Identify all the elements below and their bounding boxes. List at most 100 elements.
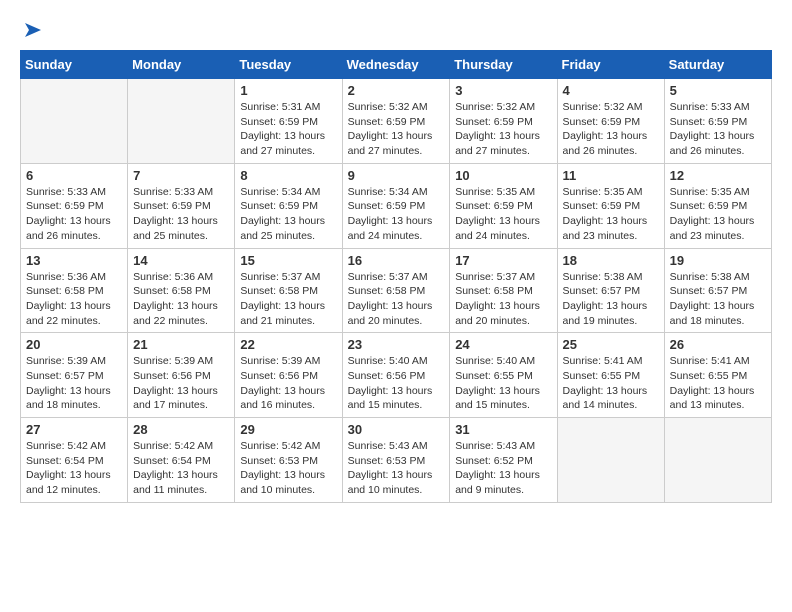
week-row-2: 6 Sunrise: 5:33 AM Sunset: 6:59 PM Daylig… <box>21 163 772 248</box>
calendar-cell: 9 Sunrise: 5:34 AM Sunset: 6:59 PM Daylig… <box>342 163 450 248</box>
day-number: 21 <box>133 337 229 352</box>
day-number: 22 <box>240 337 336 352</box>
calendar-cell: 13Sunrise: 5:36 AM Sunset: 6:58 PM Dayli… <box>21 248 128 333</box>
calendar-cell: 26 Sunrise: 5:41 AM Sunset: 6:55 PM Dayli… <box>664 333 771 418</box>
calendar-cell: 25 Sunrise: 5:41 AM Sunset: 6:55 PM Dayli… <box>557 333 664 418</box>
day-info: Sunrise: 5:33 AM Sunset: 6:59 PM Dayligh… <box>133 185 229 244</box>
day-info: Sunrise: 5:43 AM Sunset: 6:52 PM Dayligh… <box>455 439 551 498</box>
day-number: 14 <box>133 253 229 268</box>
day-number: 11 <box>563 168 659 183</box>
calendar-cell <box>557 418 664 503</box>
day-info: Sunrise: 5:42 AM Sunset: 6:54 PM Dayligh… <box>133 439 229 498</box>
calendar-cell <box>664 418 771 503</box>
day-number: 19 <box>670 253 766 268</box>
calendar-table: SundayMondayTuesdayWednesdayThursdayFrid… <box>20 50 772 503</box>
day-number: 4 <box>563 83 659 98</box>
calendar-cell: 12 Sunrise: 5:35 AM Sunset: 6:59 PM Dayli… <box>664 163 771 248</box>
day-info: Sunrise: 5:38 AM Sunset: 6:57 PM Dayligh… <box>563 270 659 329</box>
week-row-5: 27 Sunrise: 5:42 AM Sunset: 6:54 PM Dayli… <box>21 418 772 503</box>
day-info: Sunrise: 5:32 AM Sunset: 6:59 PM Dayligh… <box>455 100 551 159</box>
day-number: 2 <box>348 83 445 98</box>
day-number: 8 <box>240 168 336 183</box>
calendar-header-friday: Friday <box>557 51 664 79</box>
calendar-cell: 3 Sunrise: 5:32 AM Sunset: 6:59 PM Daylig… <box>450 79 557 164</box>
day-info: Sunrise: 5:34 AM Sunset: 6:59 PM Dayligh… <box>240 185 336 244</box>
day-number: 31 <box>455 422 551 437</box>
week-row-3: 13Sunrise: 5:36 AM Sunset: 6:58 PM Dayli… <box>21 248 772 333</box>
day-number: 27 <box>26 422 122 437</box>
calendar-cell: 7 Sunrise: 5:33 AM Sunset: 6:59 PM Daylig… <box>128 163 235 248</box>
calendar-cell: 1 Sunrise: 5:31 AM Sunset: 6:59 PM Daylig… <box>235 79 342 164</box>
day-number: 10 <box>455 168 551 183</box>
day-info: Sunrise: 5:43 AM Sunset: 6:53 PM Dayligh… <box>348 439 445 498</box>
calendar-cell: 19 Sunrise: 5:38 AM Sunset: 6:57 PM Dayli… <box>664 248 771 333</box>
calendar-cell: 27 Sunrise: 5:42 AM Sunset: 6:54 PM Dayli… <box>21 418 128 503</box>
calendar-cell: 16Sunrise: 5:37 AM Sunset: 6:58 PM Dayli… <box>342 248 450 333</box>
day-number: 26 <box>670 337 766 352</box>
day-info: Sunrise: 5:38 AM Sunset: 6:57 PM Dayligh… <box>670 270 766 329</box>
day-number: 24 <box>455 337 551 352</box>
day-info: Sunrise: 5:35 AM Sunset: 6:59 PM Dayligh… <box>563 185 659 244</box>
day-number: 25 <box>563 337 659 352</box>
calendar-header-row: SundayMondayTuesdayWednesdayThursdayFrid… <box>21 51 772 79</box>
day-number: 23 <box>348 337 445 352</box>
calendar-header-thursday: Thursday <box>450 51 557 79</box>
calendar-cell: 15 Sunrise: 5:37 AM Sunset: 6:58 PM Dayli… <box>235 248 342 333</box>
week-row-4: 20 Sunrise: 5:39 AM Sunset: 6:57 PM Dayli… <box>21 333 772 418</box>
day-info: Sunrise: 5:40 AM Sunset: 6:56 PM Dayligh… <box>348 354 445 413</box>
calendar-cell: 20 Sunrise: 5:39 AM Sunset: 6:57 PM Dayli… <box>21 333 128 418</box>
day-info: Sunrise: 5:39 AM Sunset: 6:57 PM Dayligh… <box>26 354 122 413</box>
day-info: Sunrise: 5:37 AM Sunset: 6:58 PM Dayligh… <box>240 270 336 329</box>
logo-icon <box>23 20 43 40</box>
calendar-cell: 28 Sunrise: 5:42 AM Sunset: 6:54 PM Dayli… <box>128 418 235 503</box>
calendar-cell: 11 Sunrise: 5:35 AM Sunset: 6:59 PM Dayli… <box>557 163 664 248</box>
calendar-cell: 2 Sunrise: 5:32 AM Sunset: 6:59 PM Daylig… <box>342 79 450 164</box>
day-number: 30 <box>348 422 445 437</box>
day-number: 13 <box>26 253 122 268</box>
day-number: 3 <box>455 83 551 98</box>
calendar-cell: 18 Sunrise: 5:38 AM Sunset: 6:57 PM Dayli… <box>557 248 664 333</box>
calendar-cell: 14Sunrise: 5:36 AM Sunset: 6:58 PM Dayli… <box>128 248 235 333</box>
day-info: Sunrise: 5:35 AM Sunset: 6:59 PM Dayligh… <box>455 185 551 244</box>
calendar-cell: 6 Sunrise: 5:33 AM Sunset: 6:59 PM Daylig… <box>21 163 128 248</box>
day-info: Sunrise: 5:32 AM Sunset: 6:59 PM Dayligh… <box>563 100 659 159</box>
calendar-cell: 31 Sunrise: 5:43 AM Sunset: 6:52 PM Dayli… <box>450 418 557 503</box>
day-info: Sunrise: 5:32 AM Sunset: 6:59 PM Dayligh… <box>348 100 445 159</box>
calendar-cell <box>21 79 128 164</box>
calendar-header-monday: Monday <box>128 51 235 79</box>
day-number: 18 <box>563 253 659 268</box>
day-number: 20 <box>26 337 122 352</box>
day-number: 9 <box>348 168 445 183</box>
day-number: 28 <box>133 422 229 437</box>
day-info: Sunrise: 5:35 AM Sunset: 6:59 PM Dayligh… <box>670 185 766 244</box>
calendar-header-sunday: Sunday <box>21 51 128 79</box>
day-number: 1 <box>240 83 336 98</box>
calendar-cell: 23 Sunrise: 5:40 AM Sunset: 6:56 PM Dayli… <box>342 333 450 418</box>
calendar-cell: 5 Sunrise: 5:33 AM Sunset: 6:59 PM Daylig… <box>664 79 771 164</box>
calendar-cell: 22 Sunrise: 5:39 AM Sunset: 6:56 PM Dayli… <box>235 333 342 418</box>
calendar-cell <box>128 79 235 164</box>
day-number: 12 <box>670 168 766 183</box>
week-row-1: 1 Sunrise: 5:31 AM Sunset: 6:59 PM Daylig… <box>21 79 772 164</box>
day-info: Sunrise: 5:39 AM Sunset: 6:56 PM Dayligh… <box>240 354 336 413</box>
day-number: 5 <box>670 83 766 98</box>
day-info: Sunrise: 5:34 AM Sunset: 6:59 PM Dayligh… <box>348 185 445 244</box>
day-number: 7 <box>133 168 229 183</box>
day-info: Sunrise: 5:40 AM Sunset: 6:55 PM Dayligh… <box>455 354 551 413</box>
day-number: 17 <box>455 253 551 268</box>
calendar-cell: 4 Sunrise: 5:32 AM Sunset: 6:59 PM Daylig… <box>557 79 664 164</box>
calendar-cell: 8 Sunrise: 5:34 AM Sunset: 6:59 PM Daylig… <box>235 163 342 248</box>
day-info: Sunrise: 5:31 AM Sunset: 6:59 PM Dayligh… <box>240 100 336 159</box>
calendar-cell: 21Sunrise: 5:39 AM Sunset: 6:56 PM Dayli… <box>128 333 235 418</box>
day-info: Sunrise: 5:33 AM Sunset: 6:59 PM Dayligh… <box>26 185 122 244</box>
day-info: Sunrise: 5:42 AM Sunset: 6:54 PM Dayligh… <box>26 439 122 498</box>
day-number: 6 <box>26 168 122 183</box>
day-info: Sunrise: 5:42 AM Sunset: 6:53 PM Dayligh… <box>240 439 336 498</box>
day-info: Sunrise: 5:41 AM Sunset: 6:55 PM Dayligh… <box>670 354 766 413</box>
day-info: Sunrise: 5:41 AM Sunset: 6:55 PM Dayligh… <box>563 354 659 413</box>
day-number: 15 <box>240 253 336 268</box>
calendar-cell: 30 Sunrise: 5:43 AM Sunset: 6:53 PM Dayli… <box>342 418 450 503</box>
day-info: Sunrise: 5:37 AM Sunset: 6:58 PM Dayligh… <box>348 270 445 329</box>
day-info: Sunrise: 5:33 AM Sunset: 6:59 PM Dayligh… <box>670 100 766 159</box>
calendar-header-tuesday: Tuesday <box>235 51 342 79</box>
